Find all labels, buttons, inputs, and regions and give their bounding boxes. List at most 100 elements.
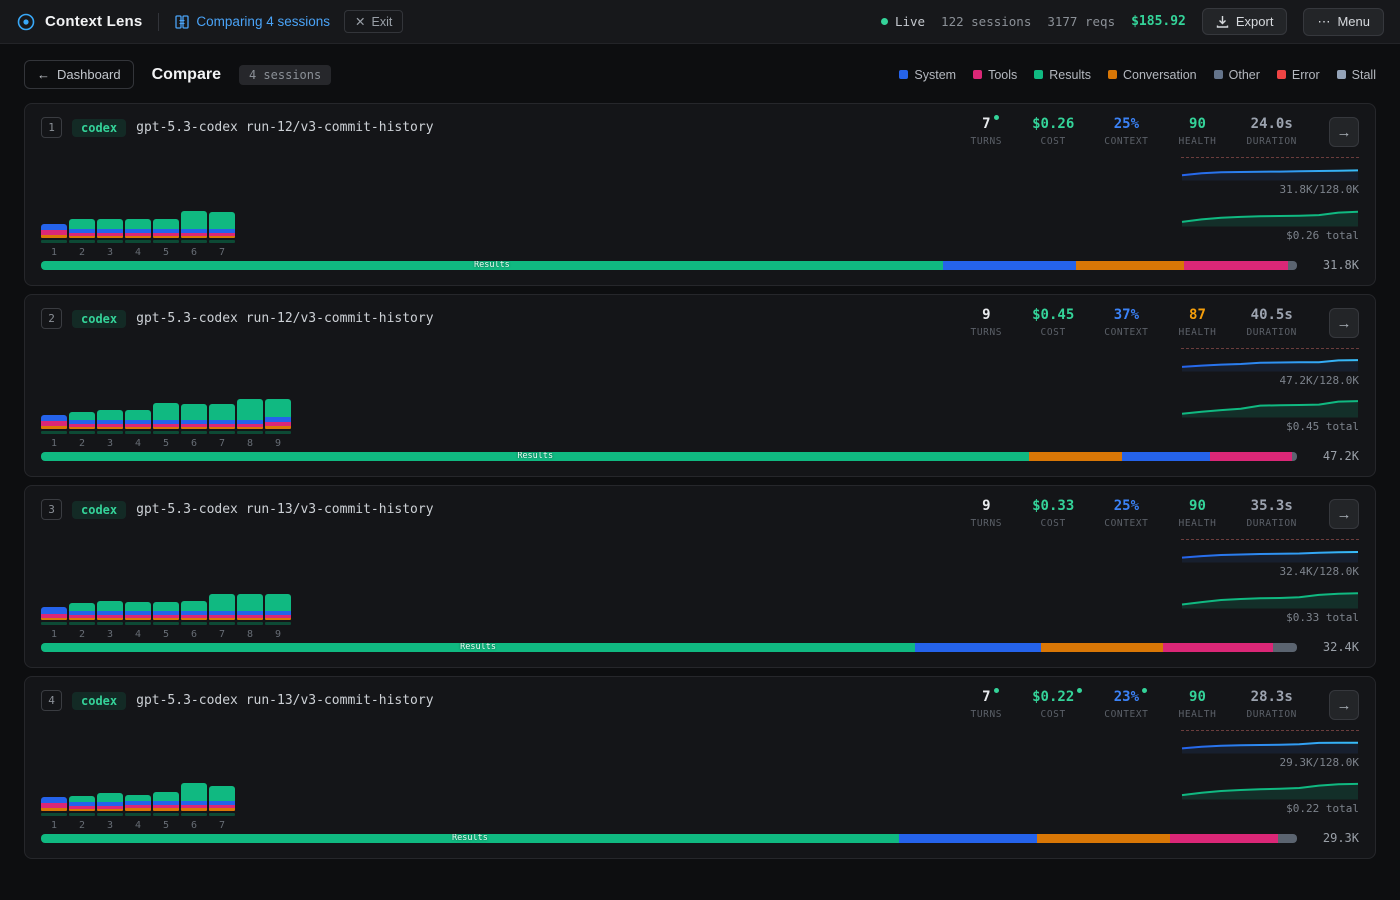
session-card[interactable]: 3 codex gpt-5.3-codex run-13/v3-commit-h… [24, 485, 1376, 668]
exit-button[interactable]: ✕ Exit [344, 10, 403, 33]
turn-bar-stack [41, 224, 67, 238]
turn-bar[interactable]: 2 [69, 796, 95, 831]
bar-base-strip [69, 813, 95, 816]
bar-segment [237, 618, 263, 620]
bar-segment [209, 236, 235, 238]
turn-bar[interactable]: 4 [125, 602, 151, 640]
turn-bar[interactable]: 6 [181, 783, 207, 831]
session-card[interactable]: 4 codex gpt-5.3-codex run-13/v3-commit-h… [24, 676, 1376, 859]
turn-number: 1 [41, 438, 67, 449]
distribution-segment-conversation [1037, 834, 1170, 843]
turn-bar[interactable]: 7 [209, 786, 235, 831]
turn-bar-stack [181, 601, 207, 620]
bar-segment [209, 212, 235, 229]
turn-number: 4 [125, 247, 151, 258]
bar-base-strip [41, 431, 67, 434]
turn-bar[interactable]: 1 [41, 797, 67, 831]
distribution-results-label: Results [452, 834, 488, 843]
turn-bar[interactable]: 4 [125, 219, 151, 258]
stat-context: 23%CONTEXT [1104, 690, 1148, 720]
bar-segment [97, 809, 123, 811]
turn-bar[interactable]: 7 [209, 404, 235, 449]
turn-bar-stack [69, 219, 95, 238]
turn-bar[interactable]: 8 [237, 399, 263, 449]
turn-bar[interactable]: 2 [69, 219, 95, 258]
session-index-badge: 2 [41, 308, 62, 329]
turn-bar[interactable]: 1 [41, 415, 67, 449]
open-session-button[interactable]: → [1329, 308, 1359, 338]
session-card[interactable]: 1 codex gpt-5.3-codex run-12/v3-commit-h… [24, 103, 1376, 286]
turn-bar[interactable]: 3 [97, 793, 123, 831]
turn-number: 1 [41, 629, 67, 640]
bar-segment [153, 236, 179, 238]
session-card[interactable]: 2 codex gpt-5.3-codex run-12/v3-commit-h… [24, 294, 1376, 477]
turn-bar[interactable]: 5 [153, 792, 179, 831]
context-usage-label: 31.8K/128.0K [1181, 183, 1359, 196]
turn-number: 5 [153, 438, 179, 449]
turn-number: 4 [125, 820, 151, 831]
open-session-button[interactable]: → [1329, 690, 1359, 720]
distribution-results-label: Results [474, 261, 510, 270]
turn-bar[interactable]: 1 [41, 224, 67, 258]
stat-duration: 24.0sDURATION [1246, 117, 1297, 147]
distribution-segment-other [1288, 261, 1297, 270]
token-total: 47.2K [1311, 449, 1359, 463]
bar-base-strip [97, 431, 123, 434]
turn-bar[interactable]: 3 [97, 410, 123, 449]
open-session-button[interactable]: → [1329, 499, 1359, 529]
stat-value: $0.45 [1032, 308, 1074, 323]
legend-label: Other [1229, 68, 1260, 82]
turn-bar[interactable]: 2 [69, 603, 95, 640]
turn-bar-stack [209, 786, 235, 811]
turn-bar-stack [41, 607, 67, 620]
turn-bar-stack [153, 403, 179, 429]
distribution-segment-system [1122, 452, 1210, 461]
turn-bar[interactable]: 7 [209, 212, 235, 258]
stat-label: CONTEXT [1104, 327, 1148, 338]
session-card-body: 1234567 29.3K/128.0K $0.22 total [41, 720, 1359, 831]
turn-bar[interactable]: 6 [181, 404, 207, 449]
turn-bar[interactable]: 5 [153, 219, 179, 258]
turn-bar[interactable]: 6 [181, 211, 207, 258]
distribution-segment-system [915, 643, 1041, 652]
turn-bar[interactable]: 7 [209, 594, 235, 640]
turn-bar[interactable]: 5 [153, 602, 179, 640]
turn-bar[interactable]: 6 [181, 601, 207, 640]
turn-bar[interactable]: 9 [265, 399, 291, 449]
comparing-sessions-link[interactable]: Comparing 4 sessions [175, 14, 330, 29]
stat-cost: $0.45COST [1032, 308, 1074, 338]
turn-bar[interactable]: 3 [97, 601, 123, 640]
session-card-header: 4 codex gpt-5.3-codex run-13/v3-commit-h… [41, 677, 1359, 720]
turn-bar[interactable]: 4 [125, 795, 151, 831]
bar-segment [69, 809, 95, 811]
legend-swatch-icon [1034, 70, 1043, 79]
export-button[interactable]: Export [1202, 8, 1288, 35]
turn-bar[interactable]: 4 [125, 410, 151, 449]
open-session-button[interactable]: → [1329, 117, 1359, 147]
cost-total-label: $0.22 total [1181, 802, 1359, 815]
turn-bar[interactable]: 8 [237, 594, 263, 640]
legend-item-tools: Tools [973, 68, 1017, 82]
turn-number: 3 [97, 438, 123, 449]
stat-value: $0.26 [1032, 117, 1074, 132]
token-distribution-bar: Results [41, 834, 1297, 843]
session-card-header: 2 codex gpt-5.3-codex run-12/v3-commit-h… [41, 295, 1359, 338]
session-cards: 1 codex gpt-5.3-codex run-12/v3-commit-h… [0, 103, 1400, 859]
turn-bar-stack [153, 792, 179, 811]
session-card-body: 1234567 31.8K/128.0K $0.26 total [41, 147, 1359, 258]
turn-bar[interactable]: 9 [265, 594, 291, 640]
bar-base-strip [97, 813, 123, 816]
turn-bar[interactable]: 2 [69, 412, 95, 449]
turn-bar-stack [181, 404, 207, 429]
stat-value: 9 [982, 499, 990, 514]
menu-button[interactable]: ⋯ Menu [1303, 8, 1384, 36]
bar-segment [237, 399, 263, 420]
stat-label: TURNS [971, 136, 1003, 147]
turn-bar[interactable]: 1 [41, 607, 67, 640]
back-to-dashboard-button[interactable]: ← Dashboard [24, 60, 134, 89]
stat-label: HEALTH [1179, 709, 1217, 720]
session-stats: 9TURNS$0.45COST37%CONTEXT87HEALTH40.5sDU… [971, 308, 1298, 338]
turn-bar[interactable]: 5 [153, 403, 179, 449]
turn-bar[interactable]: 3 [97, 219, 123, 258]
turn-number: 1 [41, 247, 67, 258]
